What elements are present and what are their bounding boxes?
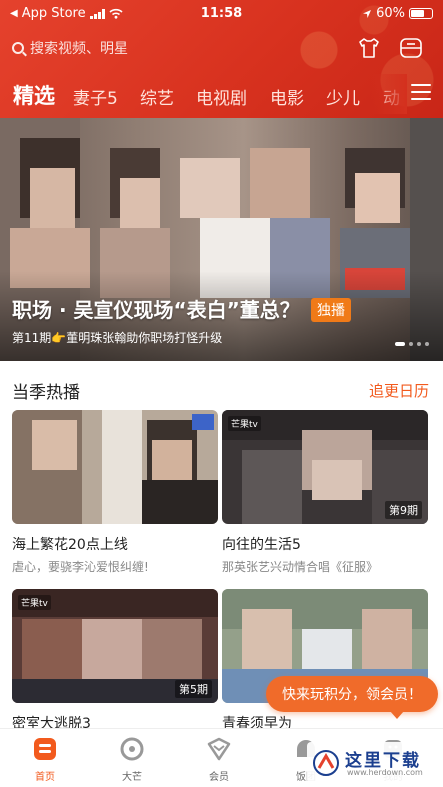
hero-banner[interactable]: 职场 · 吴宣仪现场“表白”董总？ 独播 第11期👉董明珠张翰助你职场打怪升级 xyxy=(0,118,443,361)
banner-title: 职场 · 吴宣仪现场“表白”董总？ xyxy=(12,298,300,322)
battery-icon xyxy=(409,8,433,19)
battery-percent: 60% xyxy=(376,6,405,21)
banner-mosaic xyxy=(30,168,75,228)
show-description: 那英张艺兴动情合唱《征服》 xyxy=(222,560,379,574)
nav-daman[interactable]: 大芒 xyxy=(102,735,162,783)
carousel-indicator xyxy=(395,342,429,346)
search-icon xyxy=(12,42,24,54)
search-row: 搜索视频、明星 xyxy=(0,32,443,62)
thumb-mosaic xyxy=(142,480,218,524)
show-card[interactable]: 芒果tv 第9期 向往的生活5 那英张艺兴动情合唱《征服》 xyxy=(222,410,428,575)
thumb-mosaic xyxy=(102,410,142,524)
show-thumbnail xyxy=(12,410,218,524)
show-card[interactable]: 芒果tv 第5期 密室大逃脱3 xyxy=(12,589,218,733)
watermark-logo-icon xyxy=(313,750,339,776)
tab-movies[interactable]: 电影 xyxy=(270,84,304,109)
banner-mosaic xyxy=(180,158,240,218)
tab-wife5[interactable]: 妻子5 xyxy=(73,84,118,109)
thumb-mosaic xyxy=(142,619,202,679)
shirt-icon[interactable] xyxy=(356,36,382,60)
nav-home-label: 首页 xyxy=(35,772,55,783)
thumb-mosaic xyxy=(242,450,302,524)
thumb-mosaic xyxy=(22,619,82,679)
history-icon[interactable] xyxy=(398,36,424,60)
tab-kids[interactable]: 少儿 xyxy=(326,84,360,109)
location-icon xyxy=(363,9,372,18)
vip-icon xyxy=(207,737,231,761)
banner-mosaic xyxy=(120,178,160,228)
thumb-mosaic xyxy=(242,609,292,669)
thumb-mosaic xyxy=(82,619,142,679)
thumb-mosaic xyxy=(192,414,214,430)
show-thumbnail: 芒果tv 第9期 xyxy=(222,410,428,524)
watermark-url: www.herdown.com xyxy=(347,768,423,777)
app-header: ◀ App Store 11:58 60% 搜索视频、明星 精选 妻子5 综艺 … xyxy=(0,0,443,118)
mango-tv-logo: 芒果tv xyxy=(18,595,51,610)
site-watermark: 这里下载 www.herdown.com xyxy=(307,742,439,784)
nav-vip[interactable]: 会员 xyxy=(189,735,249,783)
show-thumbnail: 芒果tv 第5期 xyxy=(12,589,218,703)
banner-mosaic xyxy=(355,173,400,223)
thumb-mosaic xyxy=(312,460,362,500)
show-description: 虐心，要骁李沁爱恨纠缠! xyxy=(12,560,149,574)
section-title: 当季热播 xyxy=(12,383,80,403)
status-right: 60% xyxy=(362,6,433,21)
status-bar: ◀ App Store 11:58 60% xyxy=(0,0,443,28)
banner-mosaic xyxy=(250,148,310,218)
show-card[interactable]: 海上繁花20点上线 虐心，要骁李沁爱恨纠缠! xyxy=(12,410,218,575)
menu-icon[interactable] xyxy=(411,84,431,102)
banner-subtitle: 第11期👉董明珠张翰助你职场打怪升级 xyxy=(12,331,223,345)
tab-tv-series[interactable]: 电视剧 xyxy=(196,84,247,109)
tabs-fade xyxy=(371,74,407,114)
nav-vip-label: 会员 xyxy=(209,772,229,783)
episode-badge: 第9期 xyxy=(385,501,422,519)
search-input[interactable]: 搜索视频、明星 xyxy=(12,36,128,60)
nav-daman-label: 大芒 xyxy=(122,772,142,783)
thumb-mosaic xyxy=(362,609,412,669)
thumb-mosaic xyxy=(152,440,192,480)
mango-tv-logo: 芒果tv xyxy=(228,416,261,431)
follow-calendar-link[interactable]: 追更日历 xyxy=(369,380,429,401)
nav-home[interactable]: 首页 xyxy=(15,735,75,783)
show-title: 向往的生活5 xyxy=(222,537,301,553)
points-promo-bubble[interactable]: 快来玩积分，领会员！ xyxy=(266,676,438,719)
thumb-mosaic xyxy=(32,420,77,470)
daman-icon xyxy=(120,737,144,761)
tab-variety[interactable]: 综艺 xyxy=(140,84,174,109)
show-title: 海上繁花20点上线 xyxy=(12,537,128,553)
exclusive-badge: 独播 xyxy=(311,298,351,322)
episode-badge: 第5期 xyxy=(175,680,212,698)
tab-featured[interactable]: 精选 xyxy=(13,80,55,110)
home-icon xyxy=(34,738,56,760)
search-placeholder: 搜索视频、明星 xyxy=(30,41,128,57)
